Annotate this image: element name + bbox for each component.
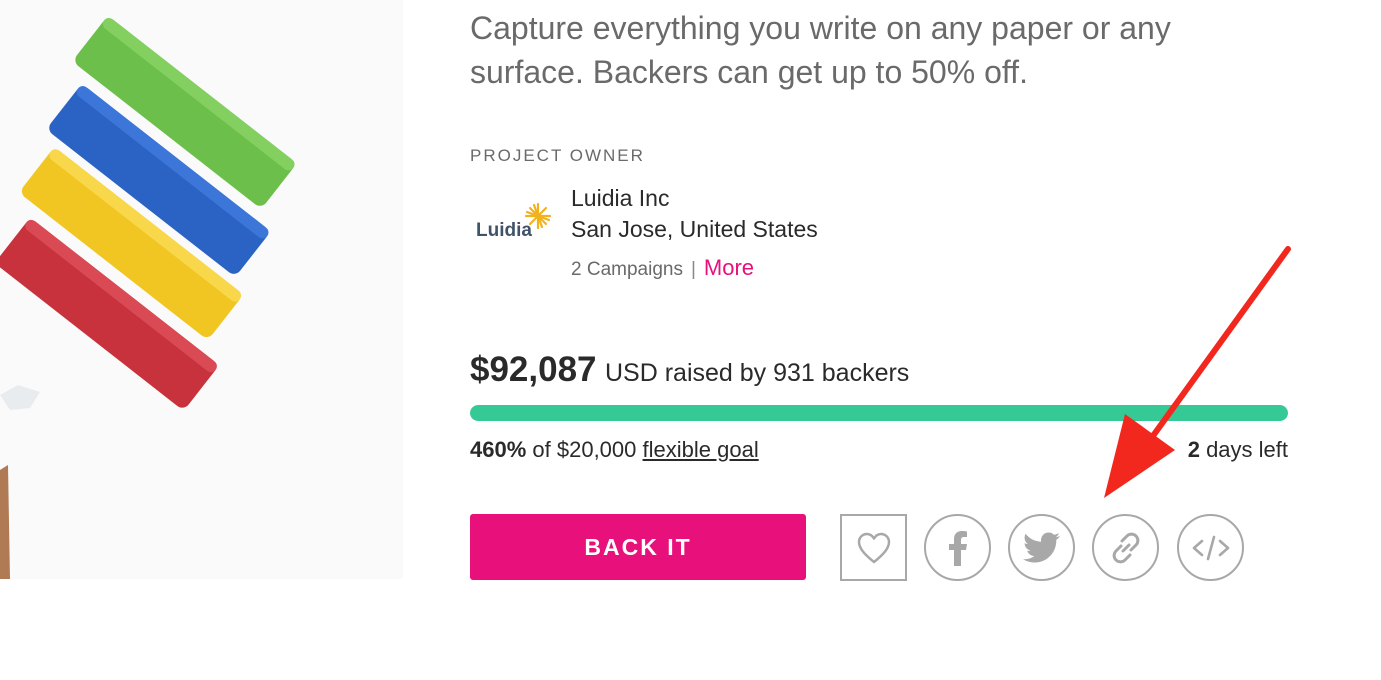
project-owner-heading: PROJECT OWNER bbox=[470, 146, 645, 165]
sun-icon bbox=[524, 202, 552, 230]
facebook-share-button[interactable] bbox=[924, 514, 991, 581]
campaign-tagline: Capture everything you write on any pape… bbox=[470, 10, 1171, 90]
heart-icon bbox=[857, 532, 890, 563]
days-left-label: days left bbox=[1206, 437, 1288, 462]
owner-meta: 2 Campaigns | More bbox=[571, 255, 754, 281]
days-left-count: 2 bbox=[1187, 437, 1200, 462]
twitter-share-button[interactable] bbox=[1008, 514, 1075, 581]
owner-name[interactable]: Luidia Inc bbox=[571, 185, 669, 212]
flexible-goal-link[interactable]: flexible goal bbox=[643, 437, 759, 462]
facebook-icon bbox=[948, 530, 967, 566]
colored-markers-illustration bbox=[0, 0, 403, 579]
owner-location: San Jose, United States bbox=[571, 216, 818, 242]
funding-progress-bar bbox=[470, 405, 1288, 421]
copy-link-button[interactable] bbox=[1092, 514, 1159, 581]
product-image bbox=[0, 0, 403, 579]
follow-button[interactable] bbox=[840, 514, 907, 581]
funding-summary: $92,087 USD raised by 931 backers bbox=[470, 350, 909, 390]
embed-code-icon bbox=[1192, 535, 1229, 560]
owner-more-link[interactable]: More bbox=[704, 255, 754, 280]
raised-by-text: USD raised by 931 backers bbox=[604, 359, 910, 387]
goal-summary: 460% of $20,000 flexible goal bbox=[470, 437, 759, 463]
meta-separator: | bbox=[690, 259, 696, 280]
owner-campaigns-count: 2 Campaigns bbox=[571, 259, 683, 280]
funding-progress-fill bbox=[470, 405, 1288, 421]
link-icon bbox=[1112, 532, 1139, 563]
goal-amount: of $20,000 bbox=[532, 437, 637, 462]
owner-logo-text: Luidia bbox=[476, 220, 532, 241]
embed-button[interactable] bbox=[1177, 514, 1244, 581]
percent-funded: 460% bbox=[470, 437, 527, 462]
twitter-icon bbox=[1022, 532, 1060, 562]
amount-raised: $92,087 bbox=[470, 350, 597, 389]
days-left: 2 days left bbox=[1188, 437, 1288, 463]
back-it-button[interactable]: BACK IT bbox=[470, 514, 806, 580]
owner-logo[interactable]: Luidia bbox=[472, 196, 556, 244]
